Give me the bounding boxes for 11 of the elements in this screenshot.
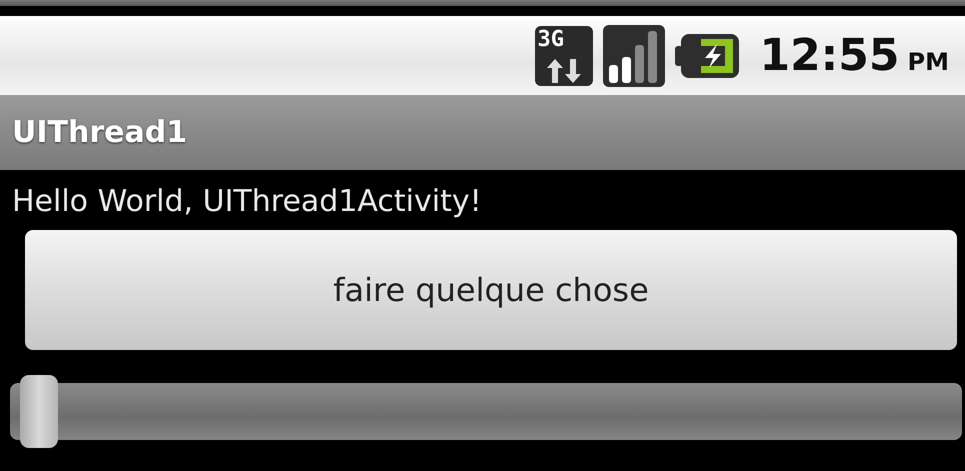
network-label: 3G xyxy=(537,28,564,50)
clock: 12:55 PM xyxy=(759,30,949,81)
action-button[interactable]: faire quelque chose xyxy=(25,230,957,350)
battery-charging-icon xyxy=(675,34,740,78)
signal-icon xyxy=(603,24,666,86)
seek-bar[interactable] xyxy=(10,375,962,448)
app-title: UIThread1 xyxy=(12,115,188,150)
clock-period: PM xyxy=(908,48,949,76)
hello-text: Hello World, UIThread1Activity! xyxy=(12,183,483,221)
data-arrows-icon xyxy=(546,58,582,82)
seek-bar-thumb[interactable] xyxy=(20,375,58,448)
